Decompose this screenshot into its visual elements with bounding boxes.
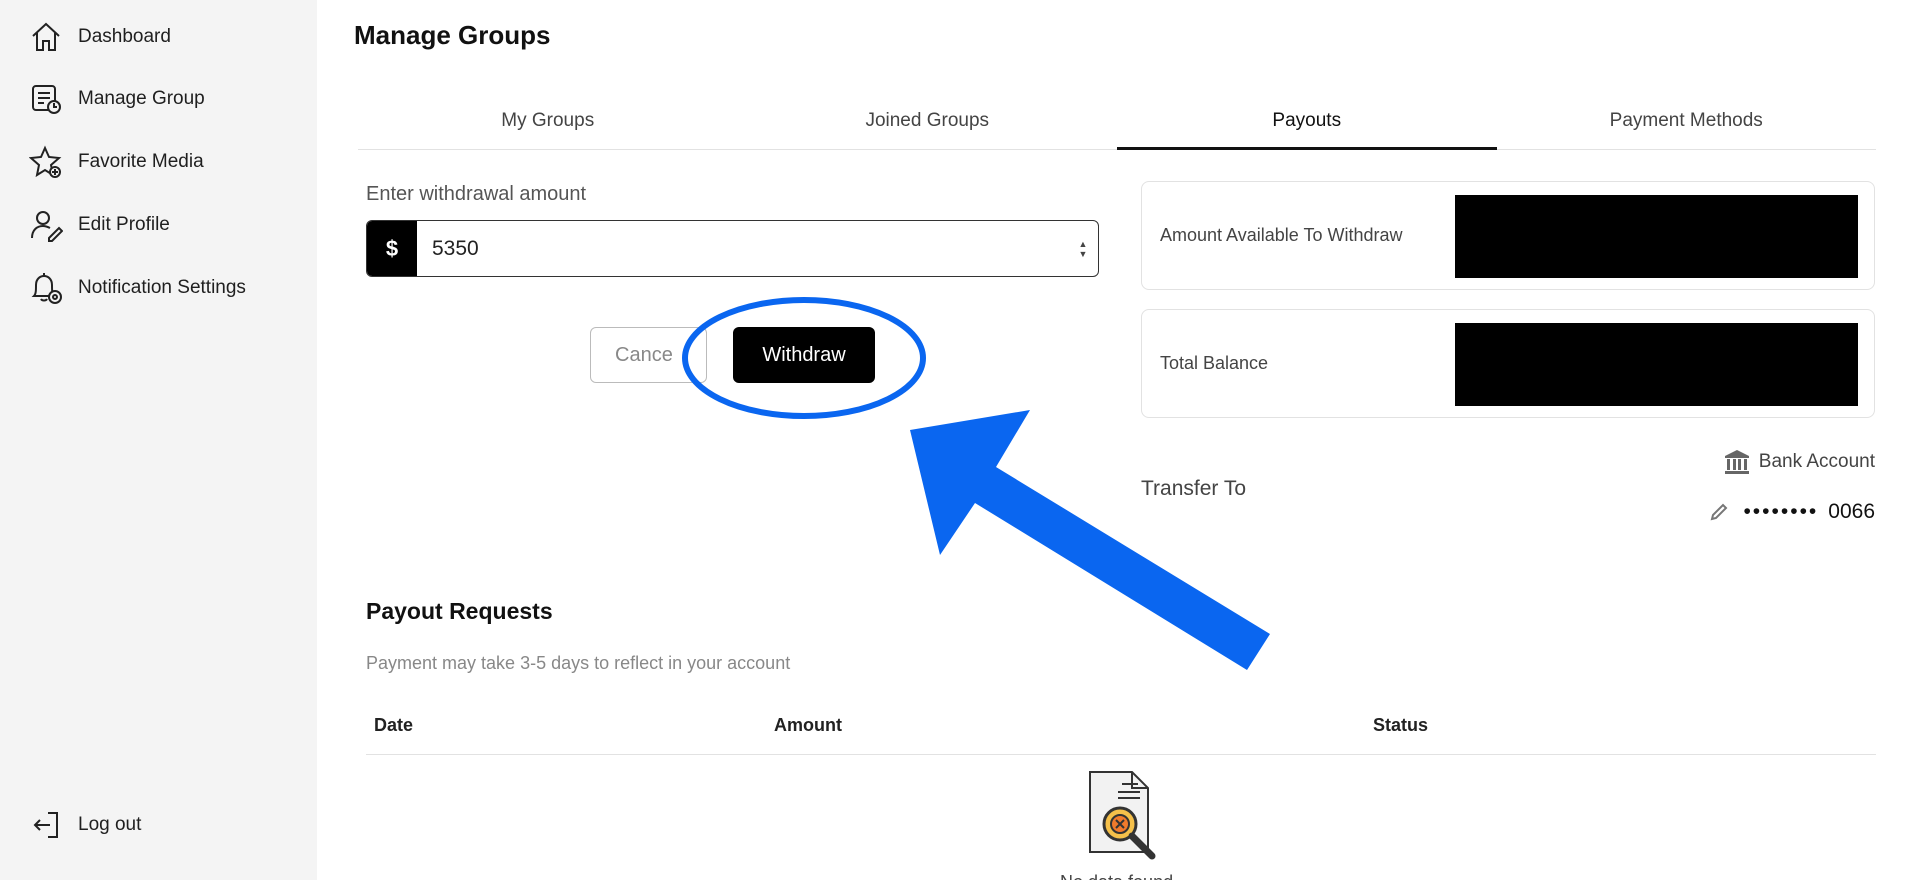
sidebar-item-label: Dashboard [78,26,171,47]
sidebar-item-notification-settings[interactable]: Notification Settings [28,268,246,308]
available-balance-card: Amount Available To Withdraw [1141,181,1875,290]
pencil-icon[interactable] [1709,502,1729,522]
tab-payment-methods[interactable]: Payment Methods [1497,100,1877,149]
total-balance-card: Total Balance [1141,309,1875,418]
redacted-available-amount [1455,195,1858,278]
cancel-button[interactable]: Cance [590,327,707,383]
tab-my-groups[interactable]: My Groups [358,100,738,149]
account-mask: •••••••• [1743,500,1819,523]
tab-bar: My Groups Joined Groups Payouts Payment … [358,100,1876,150]
home-icon [28,19,64,55]
column-header-status: Status [1373,715,1429,735]
sidebar-item-label: Manage Group [78,88,205,109]
withdrawal-amount-label: Enter withdrawal amount [366,183,587,205]
bank-account-label: Bank Account [1758,451,1875,472]
currency-symbol: $ [367,221,417,276]
bank-account-method: Bank Account [1723,448,1875,476]
sidebar-item-favorite-media[interactable]: Favorite Media [28,142,204,182]
logout-icon [28,807,64,843]
star-icon [28,144,64,180]
payout-note: Payment may take 3-5 days to reflect in … [366,653,791,673]
withdrawal-amount-input[interactable] [417,221,1068,276]
account-last4: 0066 [1828,500,1875,523]
bank-icon [1723,448,1751,476]
manage-group-icon [28,81,64,117]
sidebar-item-label: Edit Profile [78,214,170,235]
column-header-amount: Amount [774,715,842,735]
tab-payouts[interactable]: Payouts [1117,100,1497,150]
spinner-up-icon[interactable]: ▲ [1079,239,1088,249]
no-data-text: No data found [1060,872,1173,880]
available-balance-label: Amount Available To Withdraw [1160,225,1403,245]
sidebar: Dashboard Manage Group Favorite Media Ed… [0,0,317,880]
logout-label: Log out [78,814,142,835]
bell-settings-icon [28,270,64,306]
payout-table-header: Date Amount Status [366,700,1876,755]
pointer-arrow [910,410,1270,670]
sidebar-item-edit-profile[interactable]: Edit Profile [28,205,170,245]
withdrawal-amount-group: $ ▲ ▼ [366,220,1099,277]
redacted-total-balance [1455,323,1858,406]
sidebar-item-label: Favorite Media [78,151,204,172]
payout-requests-title: Payout Requests [366,598,553,624]
transfer-to-label: Transfer To [1141,477,1247,500]
sidebar-item-manage-group[interactable]: Manage Group [28,79,205,119]
number-spinner[interactable]: ▲ ▼ [1068,221,1098,276]
spinner-down-icon[interactable]: ▼ [1079,249,1088,259]
user-edit-icon [28,207,64,243]
sidebar-item-dashboard[interactable]: Dashboard [28,17,171,57]
no-data-icon [1082,768,1162,865]
logout-button[interactable]: Log out [28,805,141,845]
tab-joined-groups[interactable]: Joined Groups [738,100,1118,149]
sidebar-item-label: Notification Settings [78,277,246,298]
withdraw-button[interactable]: Withdraw [733,327,875,383]
total-balance-label: Total Balance [1160,353,1269,373]
page-title: Manage Groups [354,20,551,50]
account-number-row: •••••••• 0066 [1709,500,1875,524]
column-header-date: Date [374,715,414,735]
